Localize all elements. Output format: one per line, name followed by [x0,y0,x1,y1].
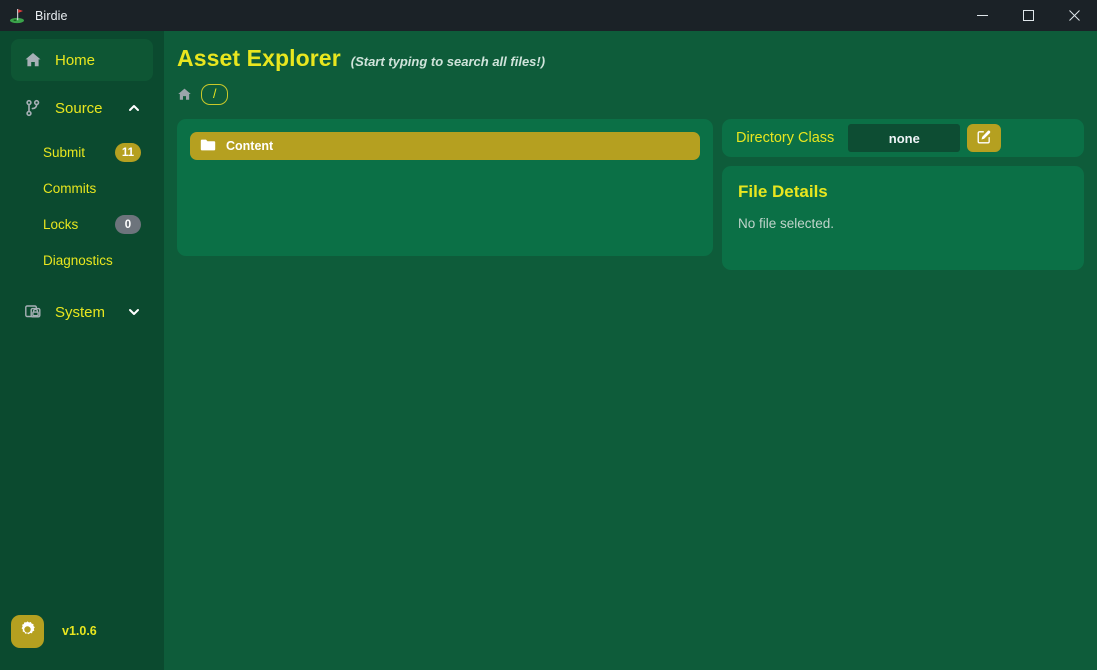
sidebar-item-commits-label: Commits [43,181,97,196]
sidebar-item-locks-label: Locks [43,217,79,232]
chevron-up-icon [127,101,141,115]
maximize-button[interactable] [1005,0,1051,31]
app-title: Birdie [35,8,68,23]
sidebar-item-source-label: Source [55,99,103,117]
git-branch-icon [23,98,43,118]
sidebar-footer: v1.0.6 [0,608,164,670]
sidebar-item-commits[interactable]: Commits [11,171,153,206]
page-title: Asset Explorer [177,45,341,71]
settings-button[interactable] [11,614,44,648]
sidebar-item-system[interactable]: System [11,291,153,333]
sidebar-item-home[interactable]: Home [11,39,153,81]
window-controls [959,0,1097,31]
file-list-item-content[interactable]: Content [190,132,700,160]
edit-square-icon [976,129,992,148]
locks-badge: 0 [115,215,141,234]
file-details-empty-text: No file selected. [738,216,835,231]
main-content: Asset Explorer (Start typing to search a… [164,31,1097,670]
app-shell: Home Source Submit 11 Commits Locks 0 Di… [0,31,1097,670]
directory-class-value[interactable]: none [848,124,961,152]
minimize-button[interactable] [959,0,1005,31]
file-details-panel: File Details No file selected. [722,166,1084,270]
chevron-down-icon [127,305,141,319]
file-details-title: File Details [738,182,828,201]
sidebar-item-locks[interactable]: Locks 0 [11,207,153,242]
home-icon [23,50,43,70]
breadcrumb-root[interactable]: / [201,84,229,105]
title-bar-left: Birdie [0,7,68,24]
edit-directory-class-button[interactable] [967,124,1002,152]
page-hint: (Start typing to search all files!) [350,54,546,69]
title-bar: Birdie [0,0,1097,31]
submit-badge: 11 [115,143,141,162]
explorer-columns: Content Directory Class none File Detail… [177,119,1084,270]
sidebar-item-diagnostics[interactable]: Diagnostics [11,243,153,278]
directory-class-panel: Directory Class none [722,119,1084,157]
sidebar-item-system-label: System [55,303,106,321]
page-header: Asset Explorer (Start typing to search a… [177,45,1084,72]
server-lock-icon [23,302,43,322]
breadcrumb-home-icon[interactable] [177,87,193,103]
sidebar-item-diagnostics-label: Diagnostics [43,253,113,268]
detail-column: Directory Class none File Details No fil… [722,119,1084,270]
file-list-panel: Content [177,119,713,256]
close-button[interactable] [1051,0,1097,31]
sidebar-item-home-label: Home [55,51,96,69]
sidebar-item-source[interactable]: Source [11,87,153,129]
golf-flag-icon [9,7,26,24]
sidebar-item-submit-label: Submit [43,145,86,160]
version-label: v1.0.6 [62,624,97,638]
breadcrumb: / [177,84,1084,105]
folder-icon [200,138,216,154]
sidebar: Home Source Submit 11 Commits Locks 0 Di… [0,31,164,670]
sidebar-item-submit[interactable]: Submit 11 [11,135,153,170]
gear-icon [18,620,37,642]
file-list-item-label: Content [226,139,274,153]
directory-class-label: Directory Class [736,130,835,146]
